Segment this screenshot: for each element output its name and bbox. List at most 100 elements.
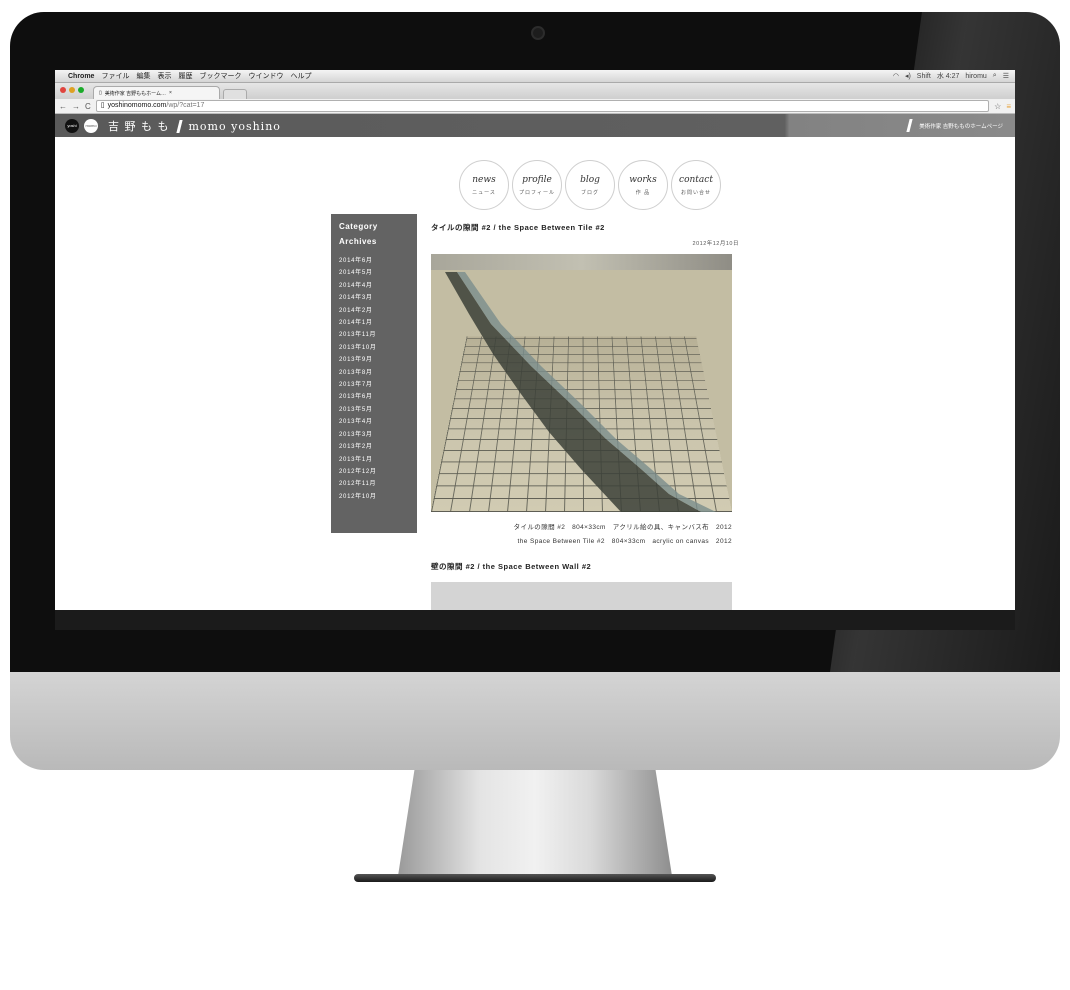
search-icon[interactable]: ⌕ xyxy=(993,72,997,80)
bookmark-star-icon[interactable]: ☆ xyxy=(994,102,1001,111)
archive-link[interactable]: 2013年3月 xyxy=(339,429,417,441)
browser-tab[interactable]: ▯ 美術作家 吉野ももホーム… × xyxy=(93,86,220,99)
archive-link[interactable]: 2014年4月 xyxy=(339,280,417,292)
sidebar: Category Archives 2014年6月 2014年5月 2014年4月 2… xyxy=(331,214,417,533)
image-crack xyxy=(445,272,716,512)
menu-window[interactable]: ウインドウ xyxy=(248,71,283,81)
zoom-icon[interactable] xyxy=(78,87,84,93)
menu-edit[interactable]: 編集 xyxy=(136,71,150,81)
url-host: yoshinomomo.com xyxy=(107,102,167,109)
category-heading[interactable]: Category xyxy=(339,222,417,231)
status-clock[interactable]: 水 4:27 xyxy=(937,71,960,81)
menu-icon[interactable]: ≡ xyxy=(1006,102,1011,111)
archive-link[interactable]: 2014年5月 xyxy=(339,267,417,279)
artwork-image[interactable] xyxy=(431,254,732,512)
window-controls xyxy=(60,87,84,93)
status-user[interactable]: hiromu xyxy=(965,73,986,80)
archives-heading: Archives xyxy=(339,237,377,246)
slash-mark xyxy=(175,120,183,133)
nav-label-ja: お問い合せ xyxy=(680,189,711,196)
menu-bookmarks[interactable]: ブックマーク xyxy=(199,71,241,81)
menu-file[interactable]: ファイル xyxy=(101,71,129,81)
archive-link[interactable]: 2013年6月 xyxy=(339,391,417,403)
forward-icon[interactable]: → xyxy=(72,102,80,111)
menu-app-name[interactable]: Chrome xyxy=(68,73,94,80)
archive-link[interactable]: 2013年9月 xyxy=(339,354,417,366)
menu-help[interactable]: ヘルプ xyxy=(290,71,311,81)
post-title[interactable]: タイルの隙間 #2 / the Space Between Tile #2 xyxy=(431,222,739,233)
nav-label-en: profile xyxy=(522,174,552,185)
archive-link[interactable]: 2014年2月 xyxy=(339,305,417,317)
archive-link[interactable]: 2013年5月 xyxy=(339,404,417,416)
back-icon[interactable]: ← xyxy=(59,102,67,111)
main-content: タイルの隙間 #2 / the Space Between Tile #2 20… xyxy=(431,222,739,610)
caption-ja: タイルの隙間 #2 804×33cm アクリル絵の具、キャンバス布 2012 xyxy=(513,524,732,531)
logo-light[interactable]: momo xyxy=(84,118,98,133)
page-icon: ▯ xyxy=(99,90,102,96)
wifi-icon[interactable]: ◠ xyxy=(893,72,899,80)
nav-works[interactable]: works 作 品 xyxy=(618,160,668,210)
archive-link[interactable]: 2013年8月 xyxy=(339,367,417,379)
post-date: 2012年12月10日 xyxy=(692,241,739,247)
browser-tabbar: ▯ 美術作家 吉野ももホーム… × xyxy=(55,83,1015,99)
nav-label-ja: ニュース xyxy=(472,189,496,196)
archive-link[interactable]: 2013年11月 xyxy=(339,329,417,341)
nav-label-en: works xyxy=(629,174,657,185)
archive-link[interactable]: 2014年6月 xyxy=(339,255,417,267)
main-nav: news ニュース profile プロフィール blog ブログ works … xyxy=(459,160,721,210)
archive-link[interactable]: 2014年1月 xyxy=(339,317,417,329)
caption-en: the Space Between Tile #2 804×33cm acryl… xyxy=(517,538,732,545)
nav-profile[interactable]: profile プロフィール xyxy=(512,160,562,210)
url-path: /wp/?cat=17 xyxy=(166,102,205,109)
archive-link[interactable]: 2012年10月 xyxy=(339,491,417,503)
menu-view[interactable]: 表示 xyxy=(157,71,171,81)
status-shift: Shift xyxy=(916,72,931,80)
slash-mark xyxy=(906,119,913,132)
nav-contact[interactable]: contact お問い合せ xyxy=(671,160,721,210)
imac-stand-base xyxy=(354,874,716,882)
artwork-caption: タイルの隙間 #2 804×33cm アクリル絵の具、キャンバス布 2012 t… xyxy=(431,521,739,549)
mac-menubar: Chrome ファイル 編集 表示 履歴 ブックマーク ウインドウ ヘルプ ◠ … xyxy=(55,70,1015,83)
archive-link[interactable]: 2012年12月 xyxy=(339,466,417,478)
nav-label-en: news xyxy=(472,174,496,185)
site-name-en: momo yoshino xyxy=(188,119,281,133)
archive-link[interactable]: 2013年4月 xyxy=(339,416,417,428)
screen: Chrome ファイル 編集 表示 履歴 ブックマーク ウインドウ ヘルプ ◠ … xyxy=(55,70,1015,610)
list-icon[interactable]: ☰ xyxy=(1003,72,1009,80)
archive-link[interactable]: 2014年3月 xyxy=(339,292,417,304)
screen-bezel xyxy=(55,610,1015,630)
new-tab-button[interactable] xyxy=(223,89,247,99)
nav-label-ja: ブログ xyxy=(580,189,599,196)
volume-icon[interactable]: ◂) xyxy=(905,72,911,80)
site-header: yoshi momo 吉 野 も も momo yoshino 美術作家 吉野もも… xyxy=(55,114,1015,137)
nav-label-ja: 作 品 xyxy=(635,189,651,196)
nav-news[interactable]: news ニュース xyxy=(459,160,509,210)
camera-icon xyxy=(531,26,545,40)
header-tagline: 美術作家 吉野もものホームページ xyxy=(900,119,1003,132)
archive-link[interactable]: 2013年10月 xyxy=(339,342,417,354)
post-title[interactable]: 壁の隙間 #2 / the Space Between Wall #2 xyxy=(431,561,739,572)
minimize-icon[interactable] xyxy=(69,87,75,93)
menu-history[interactable]: 履歴 xyxy=(178,71,192,81)
archive-link[interactable]: 2013年2月 xyxy=(339,441,417,453)
nav-label-en: contact xyxy=(679,174,713,185)
archive-link[interactable]: 2013年7月 xyxy=(339,379,417,391)
nav-label-ja: プロフィール xyxy=(519,189,555,196)
address-bar[interactable]: ▯ yoshinomomo.com/wp/?cat=17 xyxy=(95,100,990,112)
nav-label-en: blog xyxy=(580,174,600,185)
close-icon[interactable] xyxy=(60,87,66,93)
tagline-text: 美術作家 吉野もものホームページ xyxy=(919,123,1003,130)
imac-chin xyxy=(10,672,1060,770)
page-icon: ▯ xyxy=(100,102,105,109)
reload-icon[interactable]: C xyxy=(85,102,91,111)
tab-close-icon[interactable]: × xyxy=(169,90,172,96)
site-name[interactable]: 吉 野 も も momo yoshino xyxy=(108,118,281,134)
nav-blog[interactable]: blog ブログ xyxy=(565,160,615,210)
archive-link[interactable]: 2012年11月 xyxy=(339,478,417,490)
logo-dark[interactable]: yoshi xyxy=(65,118,79,133)
archive-list: 2014年6月 2014年5月 2014年4月 2014年3月 2014年2月 2014年… xyxy=(339,255,417,503)
archive-link[interactable]: 2013年1月 xyxy=(339,454,417,466)
artwork-image[interactable] xyxy=(431,582,732,610)
tab-title: 美術作家 吉野ももホーム… xyxy=(104,90,167,97)
browser-toolbar: ← → C ▯ yoshinomomo.com/wp/?cat=17 ☆ ≡ xyxy=(55,99,1015,114)
